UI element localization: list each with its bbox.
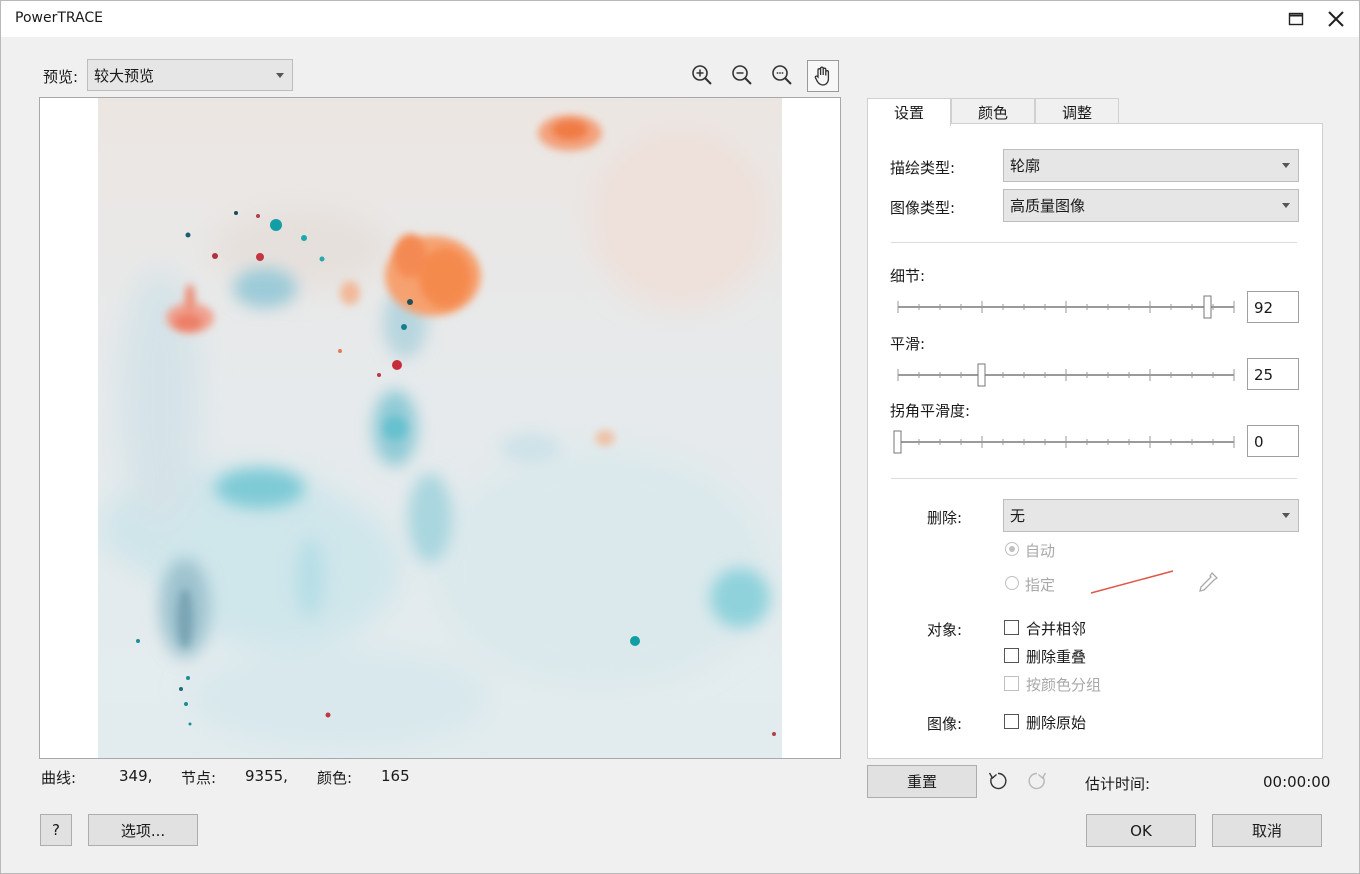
close-button[interactable]: [1323, 7, 1349, 31]
eyedropper-icon[interactable]: [1196, 570, 1220, 594]
group-by-color-checkbox[interactable]: [1004, 676, 1019, 691]
remove-overlap-label: 删除重叠: [1026, 648, 1087, 666]
detail-value: 92: [1254, 299, 1274, 317]
remove-select[interactable]: 无: [1003, 499, 1299, 532]
close-icon: [1328, 11, 1344, 27]
detail-slider[interactable]: [894, 295, 1240, 319]
objects-label: 对象:: [927, 621, 963, 639]
merge-adjacent-label: 合并相邻: [1026, 620, 1087, 638]
preview-mode-select[interactable]: 较大预览: [87, 59, 293, 91]
zoom-fit-icon: [772, 65, 792, 85]
reset-button[interactable]: 重置: [867, 765, 977, 798]
tab-colors[interactable]: 颜色: [951, 98, 1035, 125]
preview-canvas[interactable]: [39, 97, 841, 759]
image-type-value: 高质量图像: [1010, 197, 1086, 215]
remove-value: 无: [1010, 507, 1026, 525]
trace-type-select[interactable]: 轮廓: [1003, 149, 1299, 182]
remove-label: 删除:: [927, 509, 963, 527]
maximize-icon: [1288, 12, 1304, 26]
pan-hand-icon: [814, 66, 830, 86]
zoom-out-icon: [732, 65, 752, 85]
colors-label: 颜色:: [317, 769, 353, 787]
nodes-label: 节点:: [181, 769, 217, 787]
auto-radio-label: 自动: [1025, 542, 1056, 560]
maximize-button[interactable]: [1283, 7, 1309, 31]
smooth-value-field[interactable]: 25: [1247, 358, 1299, 390]
delete-original-checkbox[interactable]: [1004, 714, 1019, 729]
zoom-in-icon: [692, 65, 712, 85]
auto-radio[interactable]: [1005, 542, 1019, 556]
color-swatch-line: [1090, 570, 1174, 594]
undo-icon[interactable]: [986, 769, 1010, 793]
title-bar: PowerTRACE: [1, 1, 1359, 37]
image-type-label: 图像类型:: [890, 199, 956, 217]
divider: [891, 478, 1297, 479]
corner-smoothness-slider[interactable]: [890, 430, 1240, 454]
chevron-down-icon: [276, 73, 284, 78]
specify-radio-label: 指定: [1025, 576, 1056, 594]
smooth-label: 平滑:: [890, 335, 926, 353]
image-type-select[interactable]: 高质量图像: [1003, 189, 1299, 222]
estimate-value: 00:00:00: [1263, 773, 1331, 791]
curves-value: 349,: [119, 767, 153, 785]
detail-value-field[interactable]: 92: [1247, 291, 1299, 323]
divider: [891, 242, 1297, 243]
smooth-value: 25: [1254, 366, 1274, 384]
corner-smoothness-value-field[interactable]: 0: [1247, 425, 1299, 457]
pan-button[interactable]: [807, 60, 839, 92]
zoom-out-button[interactable]: [728, 61, 756, 89]
zoom-in-button[interactable]: [688, 61, 716, 89]
smooth-slider-thumb[interactable]: [977, 363, 986, 387]
merge-adjacent-checkbox[interactable]: [1004, 620, 1019, 635]
zoom-fit-button[interactable]: [768, 61, 796, 89]
group-by-color-label: 按颜色分组: [1026, 676, 1102, 694]
delete-original-label: 删除原始: [1026, 714, 1087, 732]
chevron-down-icon: [1282, 163, 1290, 168]
image-label: 图像:: [927, 715, 963, 733]
detail-slider-thumb[interactable]: [1203, 295, 1212, 319]
redo-icon[interactable]: [1025, 769, 1049, 793]
cancel-button[interactable]: 取消: [1212, 814, 1322, 847]
detail-label: 细节:: [890, 267, 926, 285]
trace-type-value: 轮廓: [1010, 157, 1041, 175]
traced-image-preview: [40, 98, 840, 758]
nodes-value: 9355,: [245, 767, 288, 785]
specify-radio[interactable]: [1005, 576, 1019, 590]
tab-adjust[interactable]: 调整: [1035, 98, 1119, 125]
remove-overlap-checkbox[interactable]: [1004, 648, 1019, 663]
corner-smoothness-value: 0: [1254, 433, 1264, 451]
chevron-down-icon: [1282, 513, 1290, 518]
powertrace-dialog: PowerTRACE 预览: 较大预览 曲线: 349, 节点: 9355, 颜…: [0, 0, 1360, 874]
corner-smoothness-label: 拐角平滑度:: [890, 402, 971, 420]
corner-smoothness-slider-thumb[interactable]: [893, 430, 902, 454]
curves-label: 曲线:: [41, 769, 77, 787]
smooth-slider[interactable]: [894, 363, 1240, 387]
window-title: PowerTRACE: [15, 10, 103, 26]
tab-settings[interactable]: 设置: [867, 98, 951, 126]
colors-value: 165: [381, 767, 410, 785]
preview-label: 预览:: [43, 68, 79, 86]
help-button[interactable]: ?: [40, 814, 72, 846]
chevron-down-icon: [1282, 203, 1290, 208]
trace-type-label: 描绘类型:: [890, 159, 956, 177]
preview-mode-value: 较大预览: [94, 67, 155, 85]
estimate-label: 估计时间:: [1085, 775, 1151, 793]
ok-button[interactable]: OK: [1086, 814, 1196, 847]
options-button[interactable]: 选项...: [88, 814, 198, 846]
